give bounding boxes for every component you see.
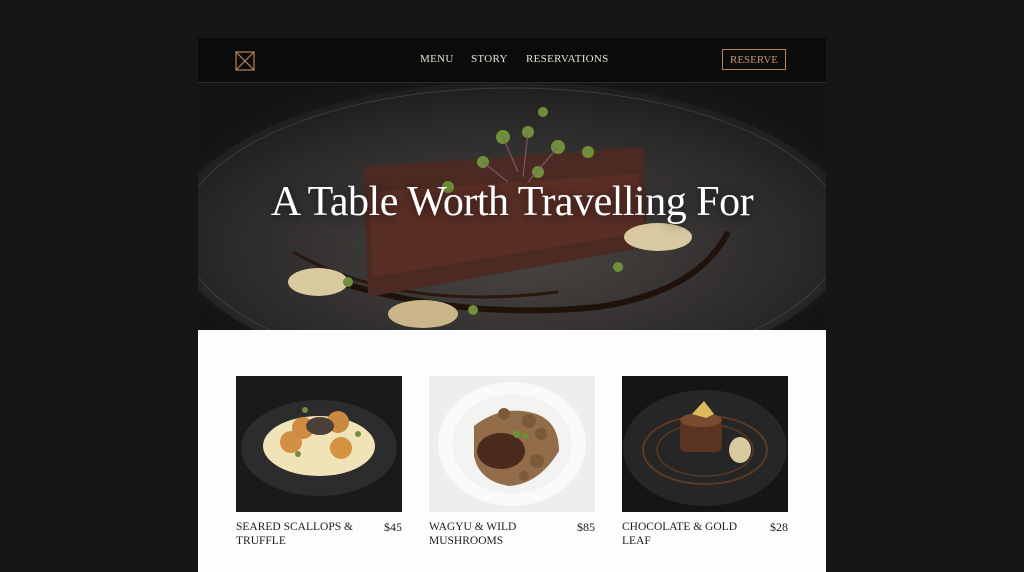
restaurant-page: MENU STORY RESERVATIONS RESERVE A Table … (198, 38, 826, 572)
dish-photo[interactable] (429, 376, 595, 512)
dish-card[interactable]: SEARED SCALLOPS & TRUFFLE $45 (236, 376, 402, 547)
envelope-monogram-icon[interactable] (235, 51, 255, 71)
dish-card[interactable]: WAGYU & WILD MUSHROOMS $85 (429, 376, 595, 547)
dish-photo[interactable] (622, 376, 788, 512)
dish-name: WAGYU & WILD MUSHROOMS (429, 521, 517, 547)
nav-reservations-link[interactable]: RESERVATIONS (526, 53, 609, 65)
dish-card[interactable]: CHOCOLATE & GOLD LEAF $28 (622, 376, 788, 547)
site-header: MENU STORY RESERVATIONS RESERVE (198, 38, 826, 83)
dish-photo[interactable] (236, 376, 402, 512)
dish-price: $28 (770, 520, 788, 534)
dish-price: $85 (577, 520, 595, 534)
hero-title: A Table Worth Travelling For (270, 179, 754, 225)
dish-name: CHOCOLATE & GOLD LEAF (622, 521, 737, 547)
dish-price: $45 (384, 520, 402, 534)
reserve-button[interactable]: RESERVE (722, 49, 786, 70)
hero-banner: A Table Worth Travelling For (198, 82, 826, 330)
dish-name: SEARED SCALLOPS & TRUFFLE (236, 521, 353, 547)
nav-story-link[interactable]: STORY (471, 53, 508, 65)
nav-menu-link[interactable]: MENU (420, 53, 454, 65)
